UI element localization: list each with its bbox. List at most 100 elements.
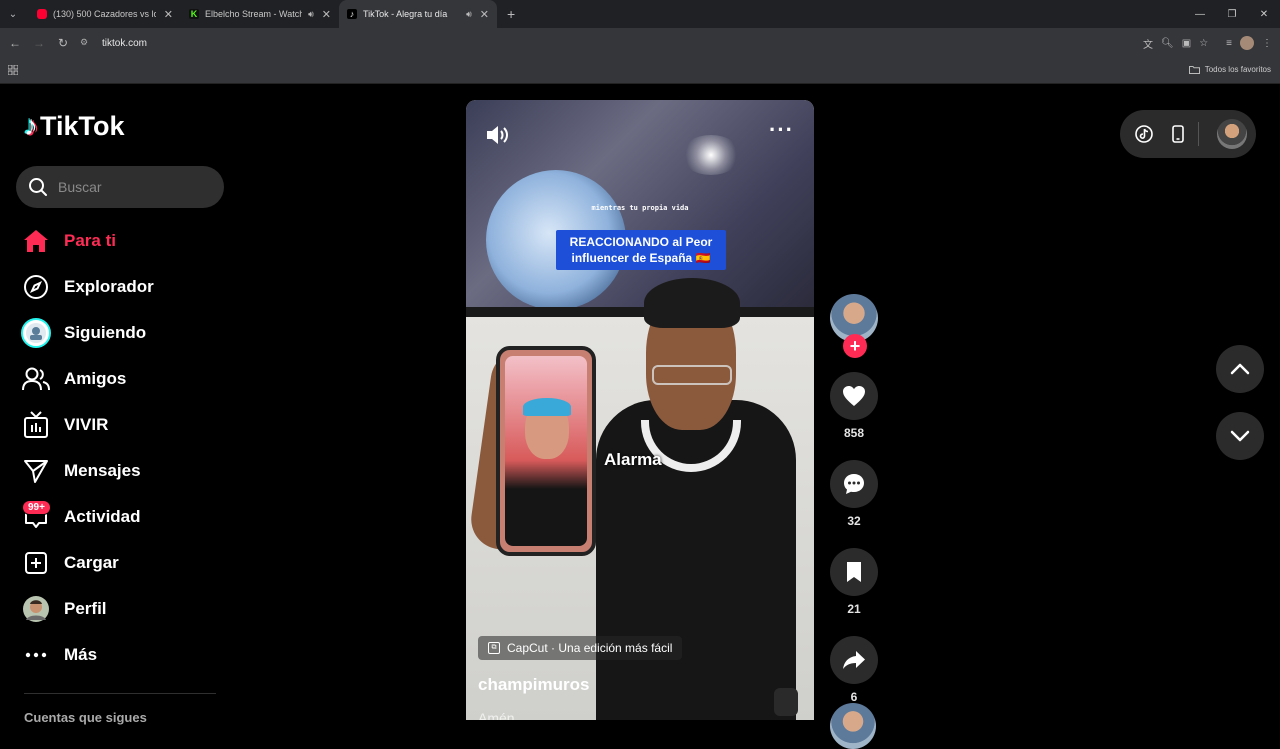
sidebar-item-label: Cargar	[64, 553, 119, 572]
search-placeholder: Buscar	[58, 179, 102, 195]
capcut-tag[interactable]: ⧉ CapCut · Una edición más fácil	[478, 636, 683, 660]
sidebar-item-label: Actividad	[64, 507, 141, 526]
close-tab-icon[interactable]: ✕	[480, 8, 489, 21]
sidebar-item-siguiendo[interactable]: Siguiendo	[20, 310, 220, 356]
sidebar-nav: Para ti Explorador Siguiendo Amigos VIVI…	[20, 218, 220, 678]
video-banner: REACCIONANDO al Peor influencer de Españ…	[556, 230, 726, 270]
next-video-button[interactable]	[1216, 412, 1264, 460]
capcut-icon: ⧉	[488, 642, 500, 654]
browser-tab-strip: ⌄ (130) 500 Cazadores vs los Juga ✕ K El…	[0, 0, 1280, 28]
new-tab-button[interactable]: +	[507, 6, 515, 22]
apps-grid-icon[interactable]	[8, 65, 18, 75]
bookmarks-folder-label: Todos los favoritos	[1204, 65, 1271, 74]
send-icon	[20, 455, 52, 487]
kebab-menu-icon[interactable]: ⋮	[1262, 38, 1272, 49]
sidebar-item-label: Explorador	[64, 277, 154, 296]
tab-search-chevron-icon[interactable]: ⌄	[3, 4, 23, 24]
share-count: 6	[850, 690, 858, 704]
top-right-controls	[1120, 110, 1256, 158]
browser-tab-tiktok[interactable]: ♪ TikTok - Alegra tu día 🔊︎ ✕	[339, 0, 497, 28]
close-tab-icon[interactable]: ✕	[164, 8, 173, 21]
close-window-icon[interactable]: ✕	[1248, 0, 1280, 28]
like-count: 858	[843, 426, 865, 440]
activity-badge: 99+	[22, 500, 51, 515]
creator-avatar[interactable]: +	[830, 294, 878, 358]
mobile-app-icon[interactable]	[1168, 124, 1188, 144]
comment-button[interactable]	[830, 460, 878, 508]
cast-icon[interactable]: ▣	[1182, 38, 1191, 49]
video-overlay-caption: mientras tu propia vida	[591, 204, 689, 212]
video-banner-line2: influencer de España 🇪🇸	[571, 251, 711, 265]
share-action: 6	[828, 636, 880, 704]
comment-icon	[844, 474, 864, 494]
video-author[interactable]: champimuros	[478, 675, 589, 695]
follow-plus-icon[interactable]: +	[843, 334, 867, 358]
sidebar-item-mensajes[interactable]: Mensajes	[20, 448, 220, 494]
sidebar-item-label: Perfil	[64, 599, 107, 618]
browser-tab-youtube[interactable]: (130) 500 Cazadores vs los Juga ✕	[29, 0, 181, 28]
youtube-favicon-icon	[37, 9, 47, 19]
media-controls-icon[interactable]: ≡	[1226, 38, 1232, 49]
chevron-up-icon	[1230, 363, 1250, 375]
tiktok-favicon-icon: ♪	[347, 9, 357, 19]
sidebar-item-label: Amigos	[64, 369, 127, 388]
volume-icon[interactable]	[484, 122, 510, 148]
controls-divider	[1198, 122, 1199, 146]
video-banner-line1: REACCIONANDO al Peor	[569, 235, 713, 249]
profile-avatar-icon[interactable]	[1240, 36, 1254, 50]
back-icon[interactable]: ←	[3, 36, 27, 50]
close-tab-icon[interactable]: ✕	[322, 8, 331, 21]
video-phone	[496, 346, 596, 556]
speaker-icon[interactable]: 🔊︎	[466, 9, 472, 20]
sidebar-item-para-ti[interactable]: Para ti	[20, 218, 220, 264]
minimize-icon[interactable]: —	[1184, 0, 1216, 28]
tab-title: Elbelcho Stream - Watch Li	[205, 9, 303, 19]
restore-icon[interactable]: ❐	[1216, 0, 1248, 28]
user-profile-avatar[interactable]	[1217, 119, 1247, 149]
url-text: tiktok.com	[102, 37, 148, 49]
bookmark-star-icon[interactable]: ☆	[1199, 38, 1208, 49]
sidebar-item-actividad[interactable]: 99+ Actividad	[20, 494, 220, 540]
sidebar-item-label: Para ti	[64, 231, 116, 250]
share-button[interactable]	[830, 636, 878, 684]
window-controls: — ❐ ✕	[1184, 0, 1280, 28]
tiktok-logo[interactable]: ♪ TikTok	[24, 110, 125, 142]
bookmarks-bar: Todos los favoritos	[0, 58, 1280, 84]
toolbar-icons: 文 🔍︎ ▣ ☆ ≡ ⋮	[1143, 28, 1272, 58]
speaker-icon[interactable]: 🔊︎	[308, 9, 314, 20]
music-disc-avatar[interactable]	[830, 703, 876, 749]
sidebar-item-label: Más	[64, 645, 98, 664]
site-info-icon[interactable]: ⚙	[80, 37, 92, 49]
video-phone-screen	[505, 356, 587, 546]
sidebar-item-cargar[interactable]: Cargar	[20, 540, 220, 586]
tiktok-note-icon: ♪	[24, 110, 38, 141]
tab-title: TikTok - Alegra tu día	[363, 9, 448, 19]
browser-tab-kick[interactable]: K Elbelcho Stream - Watch Li 🔊︎ ✕	[181, 0, 339, 28]
upload-plus-icon	[20, 547, 52, 579]
comment-count: 32	[847, 514, 861, 528]
video-player[interactable]: mientras tu propia vida REACCIONANDO al …	[466, 100, 814, 720]
save-action: 21	[828, 548, 880, 616]
sidebar-item-explorador[interactable]: Explorador	[20, 264, 220, 310]
all-bookmarks-folder[interactable]: Todos los favoritos	[1188, 65, 1271, 74]
translate-icon[interactable]: 文	[1143, 36, 1153, 51]
save-button[interactable]	[830, 548, 878, 596]
address-bar[interactable]: ⚙ tiktok.com	[80, 32, 1200, 54]
zoom-icon[interactable]: 🔍︎	[1161, 38, 1174, 49]
like-button[interactable]	[830, 372, 878, 420]
video-person-glasses	[652, 365, 732, 385]
previous-video-button[interactable]	[1216, 345, 1264, 393]
tiktok-music-icon[interactable]	[1134, 124, 1154, 144]
sidebar-item-perfil[interactable]: Perfil	[20, 586, 220, 632]
capcut-label: CapCut · Una edición más fácil	[507, 641, 673, 655]
sidebar-item-vivir[interactable]: VIVIR	[20, 402, 220, 448]
more-dots-icon	[20, 639, 52, 671]
forward-icon[interactable]: →	[27, 36, 51, 50]
sidebar-item-amigos[interactable]: Amigos	[20, 356, 220, 402]
video-more-options-icon[interactable]: ···	[769, 119, 794, 141]
sidebar-item-label: VIVIR	[64, 415, 109, 434]
search-input[interactable]: Buscar	[16, 166, 224, 208]
video-phone-hair	[523, 398, 571, 416]
sidebar-item-mas[interactable]: Más	[20, 632, 220, 678]
reload-icon[interactable]: ↻	[51, 36, 75, 50]
